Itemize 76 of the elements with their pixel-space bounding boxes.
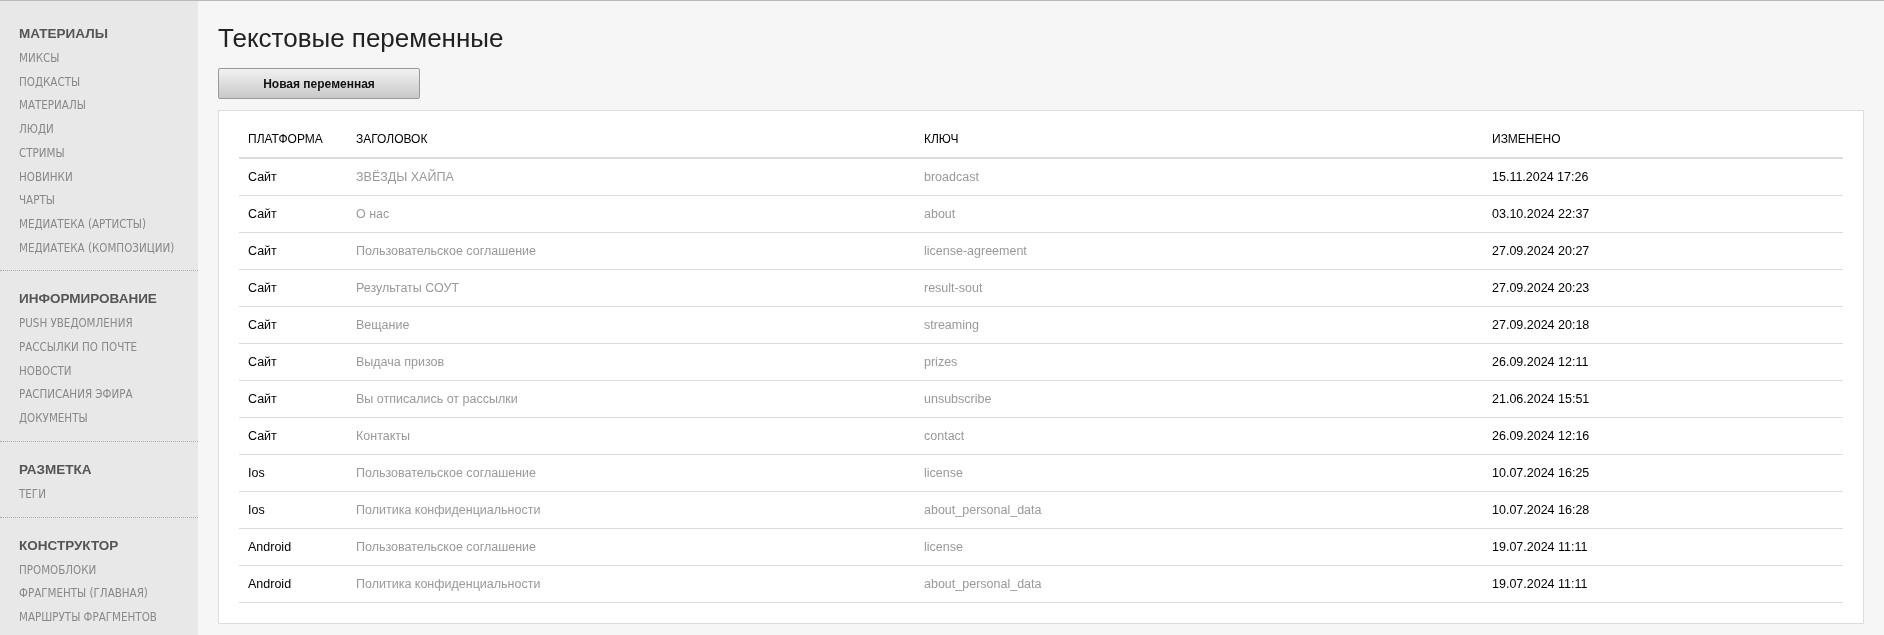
table-cell: 19.07.2024 11:11	[1483, 528, 1843, 566]
sidebar-link[interactable]: МАТЕРИАЛЫ	[19, 94, 198, 119]
table-cell: Пользовательское соглашение	[347, 528, 915, 566]
table-cell: unsubscribe	[915, 380, 1483, 418]
table-cell: contact	[915, 417, 1483, 455]
table-cell: license	[915, 454, 1483, 492]
sidebar-link[interactable]: ПРОМОБЛОКИ	[19, 558, 198, 583]
table-cell: result-sout	[915, 269, 1483, 307]
table-cell: Сайт	[239, 380, 347, 418]
table-cell: Сайт	[239, 343, 347, 381]
table-cell: Пользовательское соглашение	[347, 454, 915, 492]
table-cell: 26.09.2024 12:16	[1483, 417, 1843, 455]
sidebar-link[interactable]: МИКСЫ	[19, 47, 198, 71]
table-cell: streaming	[915, 306, 1483, 344]
sidebar-link[interactable]: ПОДКАСТЫ	[19, 70, 198, 95]
table-cell: Пользовательское соглашение	[347, 232, 915, 270]
table-cell: Ios	[239, 454, 347, 492]
sidebar-heading: КОНСТРУКТОР	[19, 537, 120, 553]
table-cell: Android	[239, 528, 347, 566]
sidebar-link[interactable]: МАРШРУТЫ ФРАГМЕНТОВ	[19, 605, 198, 630]
table-cell: Сайт	[239, 158, 347, 196]
sidebar-link[interactable]: МЕДИАТЕКА (КОМПОЗИЦИИ)	[19, 236, 198, 261]
table-cell: 10.07.2024 16:25	[1483, 454, 1843, 492]
table-cell: prizes	[915, 343, 1483, 381]
sidebar-link[interactable]: НОВОСТИ	[19, 359, 198, 384]
sidebar-link[interactable]: ЧАРТЫ	[19, 189, 198, 213]
sidebar-link[interactable]: РАССЫЛКИ ПО ПОЧТЕ	[19, 336, 198, 360]
sidebar-heading: МАТЕРИАЛЫ	[19, 26, 109, 41]
table-cell: 26.09.2024 12:11	[1483, 343, 1843, 381]
table-cell: broadcast	[915, 158, 1483, 196]
table-cell: Контакты	[347, 417, 915, 455]
table-cell: Вы отписались от рассылки	[347, 380, 915, 418]
sidebar-link[interactable]: ФРАГМЕНТЫ (ГЛАВНАЯ)	[19, 582, 198, 606]
table-cell: Сайт	[239, 195, 347, 233]
sidebar-heading: ИНФОРМИРОВАНИЕ	[19, 291, 158, 307]
table-cell: Вещание	[347, 306, 915, 344]
table-cell: Сайт	[239, 306, 347, 344]
table-cell: about_personal_data	[915, 565, 1483, 603]
table-cell: Результаты СОУТ	[347, 269, 915, 307]
table-cell: О нас	[347, 195, 915, 233]
table-cell: ЗВЁЗДЫ ХАЙПА	[347, 158, 915, 196]
table-cell: 15.11.2024 17:26	[1483, 158, 1843, 196]
table-cell: Android	[239, 565, 347, 603]
table-cell: 21.06.2024 15:51	[1483, 380, 1843, 418]
sidebar-heading: РАЗМЕТКА	[19, 461, 93, 477]
table-cell: Политика конфиденциальности	[347, 491, 915, 529]
table-cell: Выдача призов	[347, 343, 915, 381]
sidebar-link[interactable]: НОВИНКИ	[19, 165, 198, 190]
sidebar-link[interactable]: РАСПИСАНИЯ ЭФИРА	[19, 383, 198, 408]
table-cell: about	[915, 195, 1483, 233]
table-cell: license	[915, 528, 1483, 566]
page-title: Текстовые переменные	[218, 23, 505, 54]
table-cell: Сайт	[239, 232, 347, 270]
column-header: ИЗМЕНЕНО	[1483, 121, 1843, 158]
table-cell: about_personal_data	[915, 491, 1483, 529]
sidebar-link[interactable]: МЕДИАТЕКА (АРТИСТЫ)	[19, 212, 198, 237]
column-header: КЛЮЧ	[915, 121, 1483, 158]
table-cell: 27.09.2024 20:18	[1483, 306, 1843, 344]
table-cell: 27.09.2024 20:23	[1483, 269, 1843, 307]
table-cell: Политика конфиденциальности	[347, 565, 915, 603]
table-cell: Ios	[239, 491, 347, 529]
column-header: ПЛАТФОРМА	[239, 121, 347, 158]
table-cell: Сайт	[239, 269, 347, 307]
column-header: ЗАГОЛОВОК	[347, 121, 915, 158]
table-cell: Сайт	[239, 417, 347, 455]
sidebar-link[interactable]: ЛЮДИ	[19, 118, 198, 142]
sidebar-link[interactable]: ДОКУМЕНТЫ	[19, 407, 198, 431]
new-variable-button[interactable]: Новая переменная	[218, 68, 420, 99]
table-cell: 19.07.2024 11:11	[1483, 565, 1843, 603]
table-cell: license-agreement	[915, 232, 1483, 270]
table-cell: 03.10.2024 22:37	[1483, 195, 1843, 233]
table-cell: 27.09.2024 20:27	[1483, 232, 1843, 270]
sidebar-link[interactable]: PUSH УВЕДОМЛЕНИЯ	[19, 312, 198, 337]
sidebar-link[interactable]: СТРИМЫ	[19, 141, 198, 166]
table-cell: 10.07.2024 16:28	[1483, 491, 1843, 529]
sidebar-link[interactable]: ТЕГИ	[19, 482, 198, 507]
